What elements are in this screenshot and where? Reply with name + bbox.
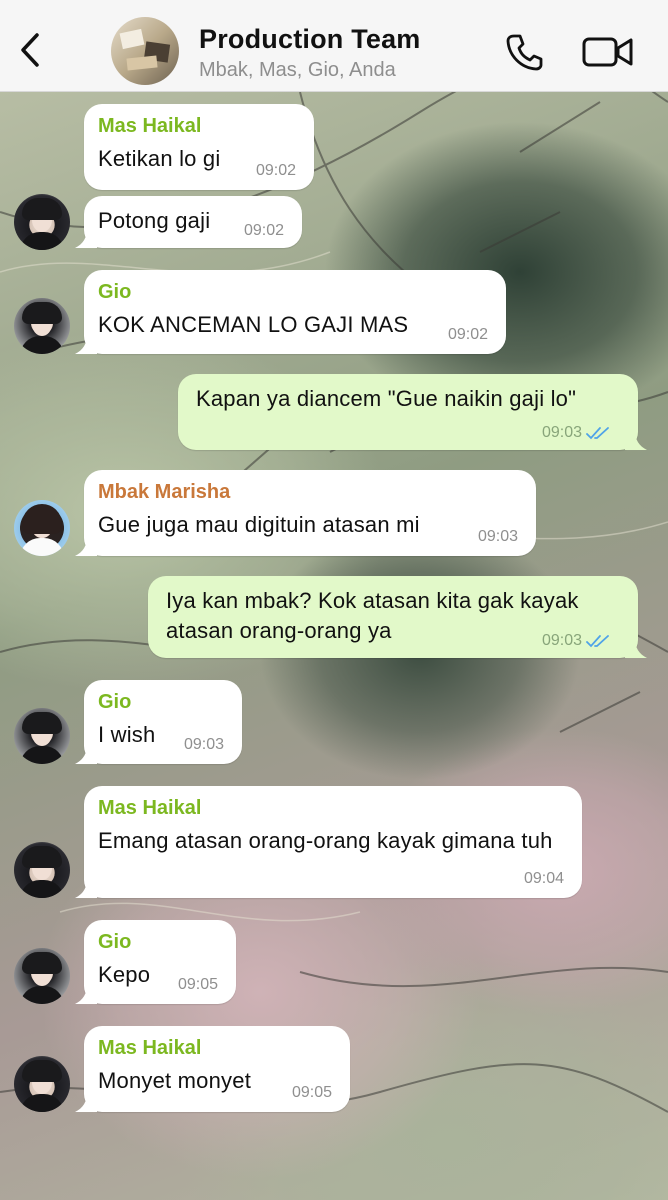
message-text: Gue juga mau digituin atasan mi — [98, 512, 420, 537]
chevron-left-icon — [21, 33, 39, 67]
voice-call-button[interactable] — [500, 28, 548, 76]
sender-name: Gio — [98, 281, 132, 303]
group-avatar[interactable] — [111, 17, 179, 85]
bubble-tail — [625, 430, 647, 450]
message-text: Kapan ya diancem "Gue naikin gaji lo" — [196, 386, 577, 411]
message-time: 09:05 — [177, 976, 218, 993]
sender-name: Gio — [98, 691, 132, 713]
read-ticks-icon — [586, 635, 609, 648]
chat-header: Production Team Mbak, Mas, Gio, Anda — [0, 0, 668, 92]
message-text: Emang atasan orang-orang kayak gimana tu… — [98, 828, 553, 853]
sender-name: Mas Haikal — [98, 1037, 202, 1059]
avatar-mas-haikal[interactable] — [14, 194, 70, 250]
message-bubble[interactable]: Mas Haikal Emang atasan orang-orang kaya… — [75, 786, 582, 898]
video-call-button[interactable] — [580, 28, 636, 76]
message-time: 09:02 — [447, 326, 488, 343]
phone-icon — [506, 34, 543, 71]
bubble-tail — [75, 536, 97, 556]
bubble-tail — [75, 334, 97, 354]
bubble-tail — [75, 1092, 97, 1112]
message-bubble-outgoing[interactable]: Kapan ya diancem "Gue naikin gaji lo" 09… — [178, 374, 647, 450]
message-bubble[interactable]: Gio KOK ANCEMAN LO GAJI MAS 09:02 — [75, 270, 506, 354]
avatar-gio[interactable] — [14, 298, 70, 354]
message-time-wrap: 09:03 — [542, 424, 612, 442]
message-bubble[interactable]: Gio I wish 09:03 — [75, 680, 242, 764]
avatar-mbak-marisha[interactable] — [14, 500, 70, 556]
message-bubble[interactable]: Gio Kepo 09:05 — [75, 920, 236, 1004]
message-time: 09:02 — [243, 222, 284, 239]
message-time-wrap: 09:03 — [542, 632, 612, 650]
message-bubble[interactable]: Potong gaji 09:02 — [75, 196, 302, 248]
group-members[interactable]: Mbak, Mas, Gio, Anda — [199, 59, 396, 82]
message-time: 09:02 — [255, 162, 296, 179]
message-time: 09:05 — [291, 1084, 332, 1101]
video-camera-icon — [582, 37, 633, 67]
group-title[interactable]: Production Team — [199, 24, 421, 55]
bubble-tail — [75, 984, 97, 1004]
avatar-gio[interactable] — [14, 708, 70, 764]
read-ticks-icon — [586, 427, 609, 440]
message-bubble[interactable]: Mas Haikal Monyet monyet 09:05 — [75, 1026, 350, 1112]
bubble-tail — [75, 228, 97, 248]
message-bubble[interactable]: Mas Haikal Ketikan lo gi 09:02 — [84, 104, 314, 190]
message-time: 09:03 — [541, 424, 582, 441]
sender-name: Mbak Marisha — [98, 481, 231, 503]
message-bubble[interactable]: Mbak Marisha Gue juga mau digituin atasa… — [75, 470, 536, 556]
bubble-tail — [75, 878, 97, 898]
message-time: 09:03 — [183, 736, 224, 753]
bubble-tail — [75, 744, 97, 764]
sender-name: Mas Haikal — [98, 797, 202, 819]
message-time: 09:04 — [523, 870, 564, 887]
message-text: KOK ANCEMAN LO GAJI MAS — [98, 312, 409, 337]
back-button[interactable] — [10, 28, 50, 72]
message-text: Iya kan mbak? Kok atasan kita gak kayak … — [166, 588, 579, 643]
message-time: 09:03 — [541, 632, 582, 649]
avatar-mas-haikal[interactable] — [14, 842, 70, 898]
sender-name: Mas Haikal — [98, 115, 202, 137]
bubble-tail — [625, 638, 647, 658]
sender-name: Gio — [98, 931, 132, 953]
avatar-mas-haikal[interactable] — [14, 1056, 70, 1112]
message-time: 09:03 — [477, 528, 518, 545]
avatar-gio[interactable] — [14, 948, 70, 1004]
message-bubble-outgoing[interactable]: Iya kan mbak? Kok atasan kita gak kayak … — [148, 576, 647, 658]
